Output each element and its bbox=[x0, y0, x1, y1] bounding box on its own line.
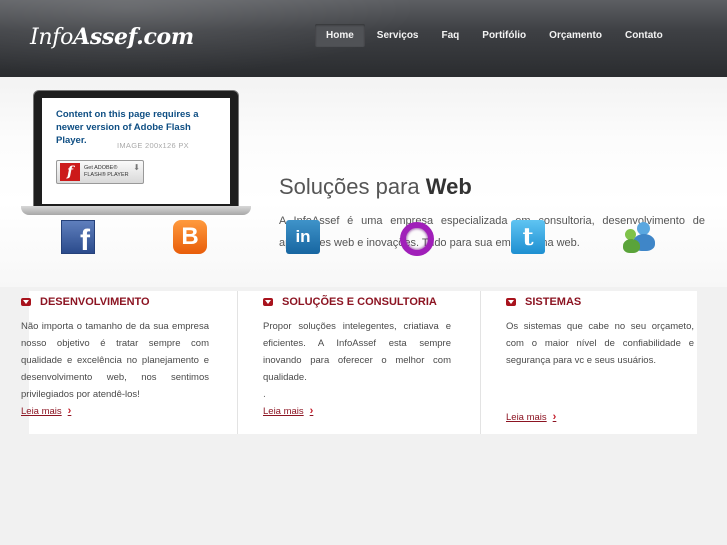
chevron-down-icon bbox=[21, 298, 31, 306]
nav-servicos[interactable]: Serviços bbox=[366, 24, 430, 47]
orkut-icon[interactable] bbox=[398, 220, 434, 256]
chevron-down-icon bbox=[263, 298, 273, 306]
read-more-link[interactable]: Leia mais › bbox=[263, 405, 313, 417]
read-more-label: Leia mais bbox=[263, 405, 304, 417]
get-flash-player-button[interactable]: f Get ADOBE® FLASH® PLAYER ⬇ bbox=[56, 160, 144, 184]
read-more-label: Leia mais bbox=[506, 411, 547, 423]
blogger-icon[interactable]: B bbox=[173, 220, 207, 254]
chevron-right-icon: › bbox=[309, 405, 314, 417]
laptop-flash-placeholder: Content on this page requires a newer ve… bbox=[21, 90, 251, 215]
flash-badge-line2: FLASH® PLAYER bbox=[84, 172, 129, 178]
column-text: Propor soluções intelegentes, criatiava … bbox=[263, 321, 451, 383]
flash-badge-line1: Get ADOBE® bbox=[84, 165, 118, 171]
column-heading-sistemas: SISTEMAS bbox=[506, 296, 581, 308]
read-more-link[interactable]: Leia mais › bbox=[506, 411, 556, 423]
logo-prefix: Info bbox=[30, 25, 74, 50]
column-heading-solucoes: SOLUÇÕES E CONSULTORIA bbox=[263, 296, 437, 308]
nav-portifolio[interactable]: Portifólio bbox=[471, 24, 537, 47]
nav-orcamento[interactable]: Orçamento bbox=[538, 24, 613, 47]
nav-home[interactable]: Home bbox=[315, 24, 365, 47]
chevron-down-icon bbox=[506, 298, 516, 306]
users-icon[interactable] bbox=[623, 220, 657, 254]
main-nav: Home Serviços Faq Portifólio Orçamento C… bbox=[315, 24, 675, 47]
column-divider bbox=[237, 291, 238, 434]
facebook-icon[interactable]: f bbox=[61, 220, 95, 254]
chevron-right-icon: › bbox=[67, 405, 72, 417]
column-text: Os sistemas que cabe no seu orçameto, co… bbox=[506, 321, 694, 366]
nav-faq[interactable]: Faq bbox=[431, 24, 471, 47]
hero-title: Soluções para Web bbox=[279, 174, 472, 200]
flash-logo-icon: f bbox=[60, 163, 80, 181]
logo-bold: Assef.com bbox=[73, 24, 194, 50]
chevron-right-icon: › bbox=[552, 411, 557, 423]
download-arrow-icon: ⬇ bbox=[133, 163, 140, 172]
stray-dot: . bbox=[263, 390, 266, 400]
column-title: DESENVOLVIMENTO bbox=[40, 296, 150, 308]
nav-contato[interactable]: Contato bbox=[614, 24, 674, 47]
laptop-base bbox=[21, 206, 251, 215]
column-heading-desenvolvimento: DESENVOLVIMENTO bbox=[21, 296, 150, 308]
read-more-link[interactable]: Leia mais › bbox=[21, 405, 71, 417]
linkedin-icon[interactable]: in bbox=[286, 220, 320, 254]
column-title: SISTEMAS bbox=[525, 296, 582, 308]
header-bar: InfoAssef.com Home Serviços Faq Portifól… bbox=[0, 0, 727, 77]
twitter-icon[interactable]: t bbox=[511, 220, 545, 254]
flash-badge-label: Get ADOBE® FLASH® PLAYER bbox=[84, 165, 129, 179]
hero-title-bold: Web bbox=[425, 174, 472, 199]
site-logo[interactable]: InfoAssef.com bbox=[30, 24, 194, 50]
column-title: SOLUÇÕES E CONSULTORIA bbox=[282, 296, 437, 308]
image-size-placeholder: IMAGE 200x126 PX bbox=[117, 141, 189, 150]
column-divider bbox=[480, 291, 481, 434]
hero-title-prefix: Soluções para bbox=[279, 174, 426, 199]
read-more-label: Leia mais bbox=[21, 405, 62, 417]
hero-section: Content on this page requires a newer ve… bbox=[0, 77, 727, 287]
column-text: Não importa o tamanho de da sua empresa … bbox=[21, 321, 209, 400]
